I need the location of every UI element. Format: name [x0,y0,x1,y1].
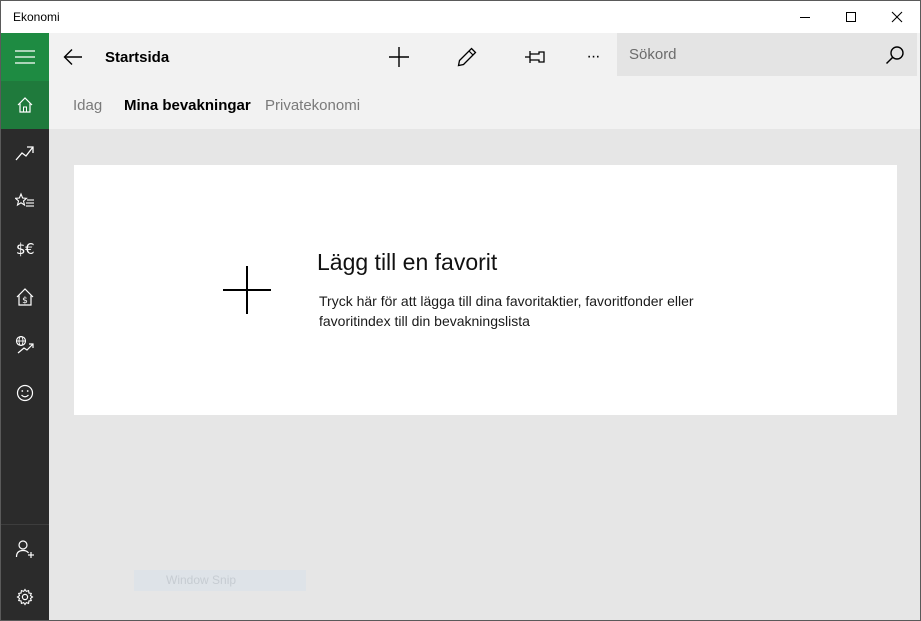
maximize-button[interactable] [828,1,874,33]
back-arrow-icon [63,49,82,65]
sidebar: $€ $ [1,33,49,620]
close-icon [891,11,903,23]
add-icon [389,47,409,67]
tab-privatekonomi[interactable]: Privatekonomi [265,97,360,114]
globe-trend-icon [15,335,34,354]
sidebar-item-account[interactable] [1,525,49,573]
more-button[interactable]: ··· [573,41,613,73]
edit-button[interactable] [447,41,487,73]
search-box [617,33,917,76]
title-bar: Ekonomi [1,1,920,33]
currency-icon: $€ [15,240,35,258]
pin-icon [525,51,545,63]
trend-up-icon [15,146,34,161]
home-icon [17,97,33,113]
hamburger-menu-button[interactable] [1,33,49,81]
sidebar-item-feedback[interactable] [1,369,49,417]
large-plus-icon [223,266,271,314]
pencil-icon [457,47,477,67]
search-icon [885,46,904,65]
add-favorite-description: Tryck här för att lägga till dina favori… [319,293,694,329]
sidebar-item-home[interactable] [1,81,49,129]
sidebar-item-watchlist[interactable] [1,177,49,225]
minimize-button[interactable] [782,1,828,33]
person-add-icon [15,540,34,558]
search-input[interactable] [617,33,873,76]
sidebar-item-world-markets[interactable] [1,321,49,369]
window-snip-overlay: Window Snip [134,570,306,591]
svg-text:$: $ [22,296,28,306]
close-button[interactable] [874,1,920,33]
header: Startsida ··· Sökord Idag Mina bevakning… [49,33,920,129]
app-title: Ekonomi [13,10,60,24]
add-button[interactable] [379,41,419,73]
house-dollar-icon: $ [16,288,34,306]
add-favorite-title: Lägg till en favorit [317,249,498,275]
page-title: Startsida [105,49,170,66]
tab-idag[interactable]: Idag [73,97,102,114]
back-button[interactable] [57,41,89,73]
add-favorite-card[interactable]: Lägg till en favorit Tryck här för att l… [74,165,897,415]
pin-button[interactable] [515,41,555,73]
smiley-icon [16,384,34,402]
main-content: Lägg till en favorit Tryck här för att l… [49,129,920,620]
app-window: Ekonomi $€ $ Startsida ··· Sökord Idag M… [0,0,921,621]
search-button[interactable] [879,39,911,71]
maximize-icon [846,12,856,22]
sidebar-item-mortgage[interactable]: $ [1,273,49,321]
hamburger-icon [15,50,35,64]
more-icon: ··· [586,48,601,65]
sidebar-item-markets[interactable] [1,129,49,177]
sidebar-item-currencies[interactable]: $€ [1,225,49,273]
gear-icon [16,588,34,606]
star-list-icon [15,192,34,207]
tab-mina-bevakningar[interactable]: Mina bevakningar [124,97,251,114]
sidebar-item-settings[interactable] [1,573,49,620]
minimize-icon [800,17,810,18]
